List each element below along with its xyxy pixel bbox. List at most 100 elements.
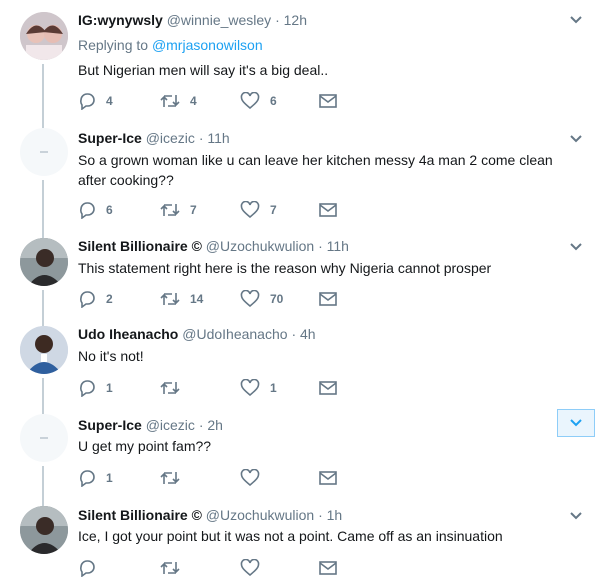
thread-line <box>42 314 44 326</box>
heart-icon <box>240 469 260 487</box>
envelope-icon <box>319 471 337 485</box>
display-name[interactable]: Udo Iheanacho <box>78 326 178 342</box>
like-button[interactable]: 6 <box>240 91 277 111</box>
reply-button[interactable]: 1 <box>78 468 113 488</box>
like-count: 6 <box>270 94 277 108</box>
like-button[interactable]: 70 <box>240 289 283 309</box>
retweet-count: 7 <box>190 203 197 217</box>
display-name[interactable]: Super-Ice <box>78 417 142 433</box>
tweet[interactable]: IG:wynywsly @winnie_wesley · 12h Replyin… <box>0 0 606 118</box>
tweet-text: U get my point fam?? <box>78 438 212 454</box>
envelope-icon <box>319 561 337 575</box>
reply-button[interactable]: 2 <box>78 289 113 309</box>
direct-message-button[interactable] <box>318 468 338 488</box>
retweet-button[interactable]: 4 <box>160 91 197 111</box>
retweet-icon <box>160 472 180 484</box>
like-count: 1 <box>270 381 277 395</box>
retweet-button[interactable]: 14 <box>160 289 203 309</box>
reply-count: 4 <box>106 94 113 108</box>
replying-to-mention[interactable]: @mrjasonowilson <box>152 37 263 53</box>
username[interactable]: @Uzochukwulion <box>206 238 314 254</box>
thread-line <box>42 378 44 402</box>
display-name[interactable]: Super-Ice <box>78 130 142 146</box>
tweet-text: Ice, I got your point but it was not a p… <box>78 528 503 544</box>
retweet-button[interactable] <box>160 558 190 578</box>
tweet[interactable]: Silent Billionaire © @Uzochukwulion · 1h… <box>0 492 606 583</box>
like-count: 7 <box>270 203 277 217</box>
timestamp[interactable]: 12h <box>284 12 307 28</box>
retweet-button[interactable]: 7 <box>160 200 197 220</box>
heart-icon <box>240 201 260 219</box>
retweet-button[interactable] <box>160 378 190 398</box>
avatar[interactable] <box>20 238 68 286</box>
direct-message-button[interactable] <box>318 378 338 398</box>
username[interactable]: @icezic <box>146 130 195 146</box>
retweet-icon <box>160 293 180 305</box>
more-options-button[interactable] <box>566 508 586 524</box>
reply-button[interactable]: 1 <box>78 378 113 398</box>
heart-icon <box>240 379 260 397</box>
timestamp[interactable]: 2h <box>207 417 223 433</box>
display-name[interactable]: Silent Billionaire © <box>78 238 202 254</box>
tweet-header: IG:wynywsly @winnie_wesley · 12h <box>78 11 307 29</box>
separator: · <box>318 238 323 254</box>
retweet-button[interactable] <box>160 468 190 488</box>
separator: · <box>275 12 280 28</box>
avatar[interactable] <box>20 12 68 60</box>
tweet-text: So a grown woman like u can leave her ki… <box>78 152 553 188</box>
like-count: 70 <box>270 292 284 306</box>
reply-button[interactable]: 4 <box>78 91 113 111</box>
thread-line <box>42 180 44 226</box>
timestamp[interactable]: 1h <box>327 507 343 523</box>
reply-button[interactable] <box>78 558 106 578</box>
chevron-down-icon <box>570 419 582 427</box>
tweet-header: Udo Iheanacho @UdoIheanacho · 4h <box>78 325 316 343</box>
avatar[interactable] <box>20 128 68 176</box>
username[interactable]: @icezic <box>146 417 195 433</box>
more-options-button[interactable] <box>566 131 586 147</box>
timestamp[interactable]: 11h <box>327 238 349 254</box>
thread-line <box>42 466 44 492</box>
chevron-down-icon <box>570 16 582 24</box>
reply-button[interactable]: 6 <box>78 200 113 220</box>
timestamp[interactable]: 4h <box>300 326 316 342</box>
thread-line <box>42 64 44 118</box>
display-name[interactable]: Silent Billionaire © <box>78 507 202 523</box>
direct-message-button[interactable] <box>318 200 338 220</box>
reply-icon <box>80 470 95 487</box>
direct-message-button[interactable] <box>318 558 338 578</box>
reply-icon <box>80 93 95 110</box>
retweet-icon <box>160 382 180 394</box>
avatar[interactable] <box>20 326 68 374</box>
more-options-button[interactable] <box>557 409 595 437</box>
tweet-header: Super-Ice @icezic · 11h <box>78 129 230 147</box>
like-button[interactable]: 7 <box>240 200 277 220</box>
username[interactable]: @winnie_wesley <box>167 12 271 28</box>
separator: · <box>198 130 204 146</box>
tweet[interactable]: Silent Billionaire © @Uzochukwulion · 11… <box>0 226 606 314</box>
tweet[interactable]: Super-Ice @icezic · 11h So a grown woman… <box>0 118 606 226</box>
username[interactable]: @Uzochukwulion <box>206 507 314 523</box>
direct-message-button[interactable] <box>318 91 338 111</box>
reply-icon <box>80 202 95 219</box>
separator: · <box>291 326 297 342</box>
display-name[interactable]: IG:wynywsly <box>78 12 163 28</box>
envelope-icon <box>319 292 337 306</box>
chevron-down-icon <box>570 135 582 143</box>
like-button[interactable]: 1 <box>240 378 277 398</box>
more-options-button[interactable] <box>566 239 586 255</box>
tweet-header: Silent Billionaire © @Uzochukwulion · 11… <box>78 237 349 255</box>
username[interactable]: @UdoIheanacho <box>182 326 287 342</box>
more-options-button[interactable] <box>566 12 586 28</box>
direct-message-button[interactable] <box>318 289 338 309</box>
avatar[interactable] <box>20 414 68 462</box>
timestamp[interactable]: 11h <box>207 130 229 146</box>
reply-icon <box>80 291 95 308</box>
tweet[interactable]: Super-Ice @icezic · 2h U get my point fa… <box>0 402 606 492</box>
like-button[interactable] <box>240 558 270 578</box>
reply-count: 1 <box>106 381 113 395</box>
tweet[interactable]: Udo Iheanacho @UdoIheanacho · 4h No it's… <box>0 314 606 402</box>
avatar[interactable] <box>20 506 68 554</box>
replying-to: Replying to @mrjasonowilson <box>78 37 263 53</box>
like-button[interactable] <box>240 468 270 488</box>
